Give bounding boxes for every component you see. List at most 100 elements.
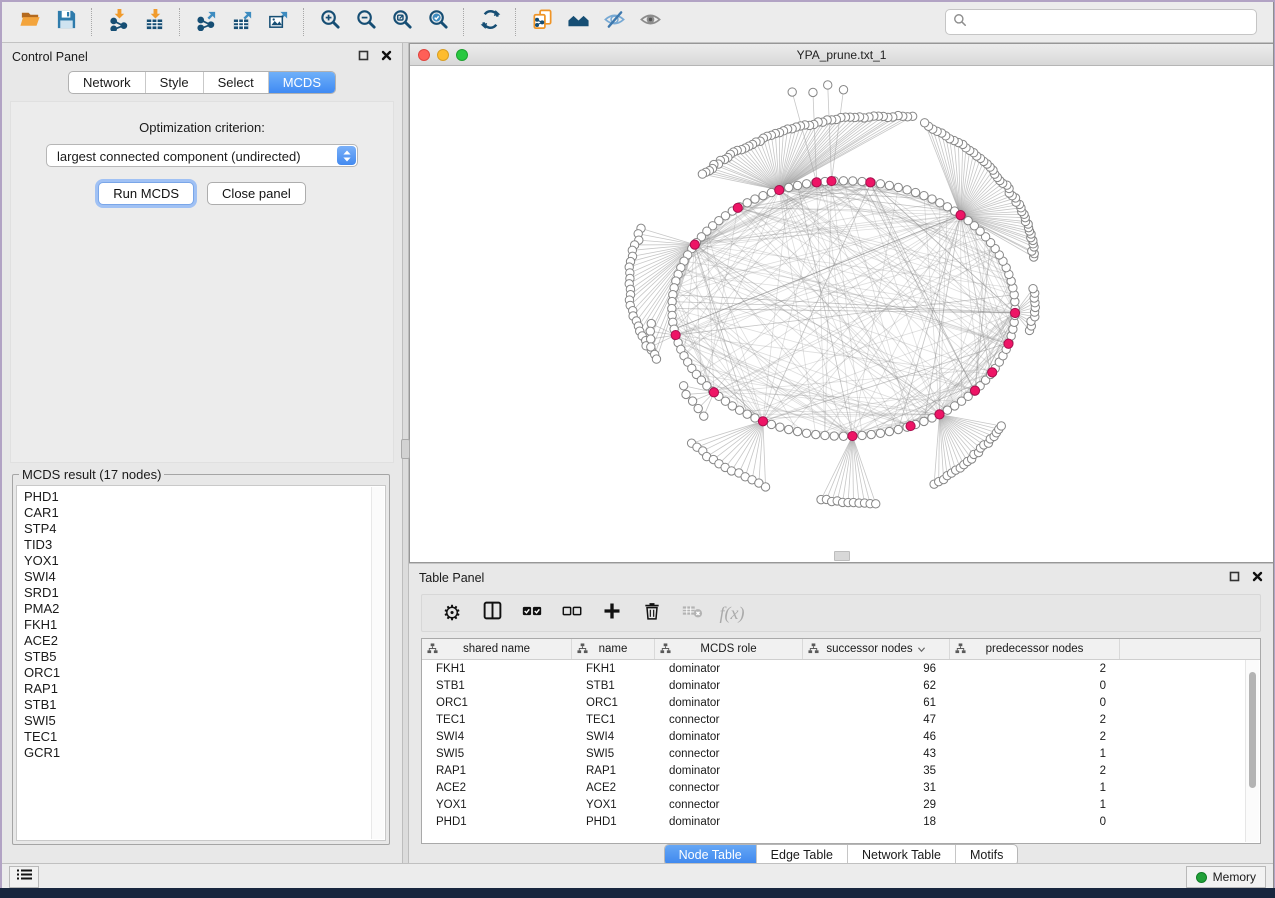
table-cell: STB1 <box>572 680 655 692</box>
table-row[interactable]: PHD1PHD1dominator180 <box>422 813 1260 830</box>
column-header-successor-nodes[interactable]: successor nodes <box>803 639 950 659</box>
mcds-node-item[interactable]: PMA2 <box>24 601 385 617</box>
float-panel-icon[interactable] <box>1229 571 1240 585</box>
table-row[interactable]: SWI5SWI5connector431 <box>422 745 1260 762</box>
export-network-button[interactable] <box>188 7 224 37</box>
splitter-handle[interactable] <box>401 439 410 459</box>
mcds-list-scrollbar[interactable] <box>371 487 384 839</box>
close-panel-icon[interactable] <box>381 50 392 64</box>
mcds-node-item[interactable]: FKH1 <box>24 617 385 633</box>
mcds-node-item[interactable]: STB5 <box>24 649 385 665</box>
table-cell: 2 <box>950 714 1120 726</box>
maximize-window-icon[interactable] <box>456 49 468 61</box>
mcds-node-item[interactable]: CAR1 <box>24 505 385 521</box>
mcds-node-item[interactable]: STP4 <box>24 521 385 537</box>
column-header-name[interactable]: name <box>572 639 655 659</box>
search-field[interactable] <box>945 9 1257 35</box>
network-graph[interactable] <box>410 66 1273 562</box>
deselect-all-button[interactable] <box>552 598 592 628</box>
first-neighbors-button[interactable] <box>560 7 596 37</box>
show-panels-button[interactable] <box>9 866 39 888</box>
tab-edge-table[interactable]: Edge Table <box>756 845 847 865</box>
delete-column-button[interactable] <box>632 598 672 628</box>
fx-icon: f(x) <box>720 603 745 624</box>
table-row[interactable]: STB1STB1dominator620 <box>422 677 1260 694</box>
mcds-node-item[interactable]: SWI5 <box>24 713 385 729</box>
memory-button[interactable]: Memory <box>1186 866 1266 888</box>
export-image-button[interactable] <box>260 7 296 37</box>
search-input[interactable] <box>973 14 1249 30</box>
tab-select[interactable]: Select <box>203 72 268 93</box>
tab-node-table[interactable]: Node Table <box>665 845 756 865</box>
zoom-in-icon <box>319 8 342 36</box>
table-row[interactable]: ACE2ACE2connector311 <box>422 779 1260 796</box>
mcds-node-item[interactable]: GCR1 <box>24 745 385 761</box>
horizontal-splitter-handle[interactable] <box>834 551 850 561</box>
mcds-node-item[interactable]: STB1 <box>24 697 385 713</box>
refresh-network-button[interactable] <box>472 7 508 37</box>
column-header-MCDS-role[interactable]: MCDS role <box>655 639 803 659</box>
mcds-node-item[interactable]: PHD1 <box>24 489 385 505</box>
search-icon <box>953 13 967 32</box>
optimization-criterion-label: Optimization criterion: <box>11 120 393 135</box>
save-session-button[interactable] <box>48 7 84 37</box>
add-column-button[interactable] <box>592 598 632 628</box>
close-panel-button[interactable]: Close panel <box>207 182 306 205</box>
mcds-node-item[interactable]: ORC1 <box>24 665 385 681</box>
optimization-criterion-select[interactable]: largest connected component (undirected) <box>46 144 358 167</box>
zoom-out-button[interactable] <box>348 7 384 37</box>
table-scrollbar[interactable] <box>1245 660 1259 842</box>
delete-table-button-disabled <box>672 598 712 628</box>
open-file-button[interactable] <box>12 7 48 37</box>
minimize-window-icon[interactable] <box>437 49 449 61</box>
table-row[interactable]: YOX1YOX1connector291 <box>422 796 1260 813</box>
tab-motifs[interactable]: Motifs <box>955 845 1017 865</box>
vertical-splitter[interactable] <box>402 43 409 863</box>
mcds-result-list[interactable]: PHD1CAR1STP4TID3YOX1SWI4SRD1PMA2FKH1ACE2… <box>16 485 386 841</box>
close-panel-icon[interactable] <box>1252 571 1263 585</box>
tab-mcds[interactable]: MCDS <box>268 72 335 93</box>
mcds-node-item[interactable]: RAP1 <box>24 681 385 697</box>
show-columns-button[interactable] <box>472 598 512 628</box>
tab-network[interactable]: Network <box>69 72 145 93</box>
mcds-node-item[interactable]: ACE2 <box>24 633 385 649</box>
mcds-node-item[interactable]: YOX1 <box>24 553 385 569</box>
show-all-button[interactable] <box>632 7 668 37</box>
column-header-predecessor-nodes[interactable]: predecessor nodes <box>950 639 1120 659</box>
network-canvas[interactable] <box>410 66 1273 562</box>
table-cell: YOX1 <box>422 799 572 811</box>
import-table-button[interactable] <box>136 7 172 37</box>
table-row[interactable]: FKH1FKH1dominator962 <box>422 660 1260 677</box>
mcds-node-item[interactable]: TID3 <box>24 537 385 553</box>
network-window-titlebar[interactable]: YPA_prune.txt_1 <box>410 44 1273 66</box>
run-mcds-button[interactable]: Run MCDS <box>98 182 194 205</box>
table-scrollbar-thumb[interactable] <box>1249 672 1256 788</box>
tab-style[interactable]: Style <box>145 72 203 93</box>
table-row[interactable]: SWI4SWI4dominator462 <box>422 728 1260 745</box>
float-panel-icon[interactable] <box>358 50 369 64</box>
table-cell: 35 <box>803 765 950 777</box>
table-row[interactable]: ORC1ORC1dominator610 <box>422 694 1260 711</box>
hide-selected-button[interactable] <box>596 7 632 37</box>
table-row[interactable]: TEC1TEC1connector472 <box>422 711 1260 728</box>
mcds-node-item[interactable]: SWI4 <box>24 569 385 585</box>
close-window-icon[interactable] <box>418 49 430 61</box>
column-header-shared-name[interactable]: shared name <box>422 639 572 659</box>
criterion-selected-value: largest connected component (undirected) <box>57 149 301 164</box>
zoom-in-button[interactable] <box>312 7 348 37</box>
control-panel-tabs: NetworkStyleSelectMCDS <box>68 71 336 94</box>
tab-network-table[interactable]: Network Table <box>847 845 955 865</box>
zoom-selected-button[interactable] <box>420 7 456 37</box>
table-cell: 29 <box>803 799 950 811</box>
zoom-fit-button[interactable] <box>384 7 420 37</box>
table-cell: RAP1 <box>572 765 655 777</box>
table-options-button[interactable]: ⚙ <box>432 598 472 628</box>
mcds-node-item[interactable]: SRD1 <box>24 585 385 601</box>
table-row[interactable]: RAP1RAP1dominator352 <box>422 762 1260 779</box>
duplicate-network-button[interactable] <box>524 7 560 37</box>
unchecked-boxes-icon <box>561 600 583 627</box>
import-network-button[interactable] <box>100 7 136 37</box>
mcds-node-item[interactable]: TEC1 <box>24 729 385 745</box>
select-all-button[interactable] <box>512 598 552 628</box>
export-table-button[interactable] <box>224 7 260 37</box>
